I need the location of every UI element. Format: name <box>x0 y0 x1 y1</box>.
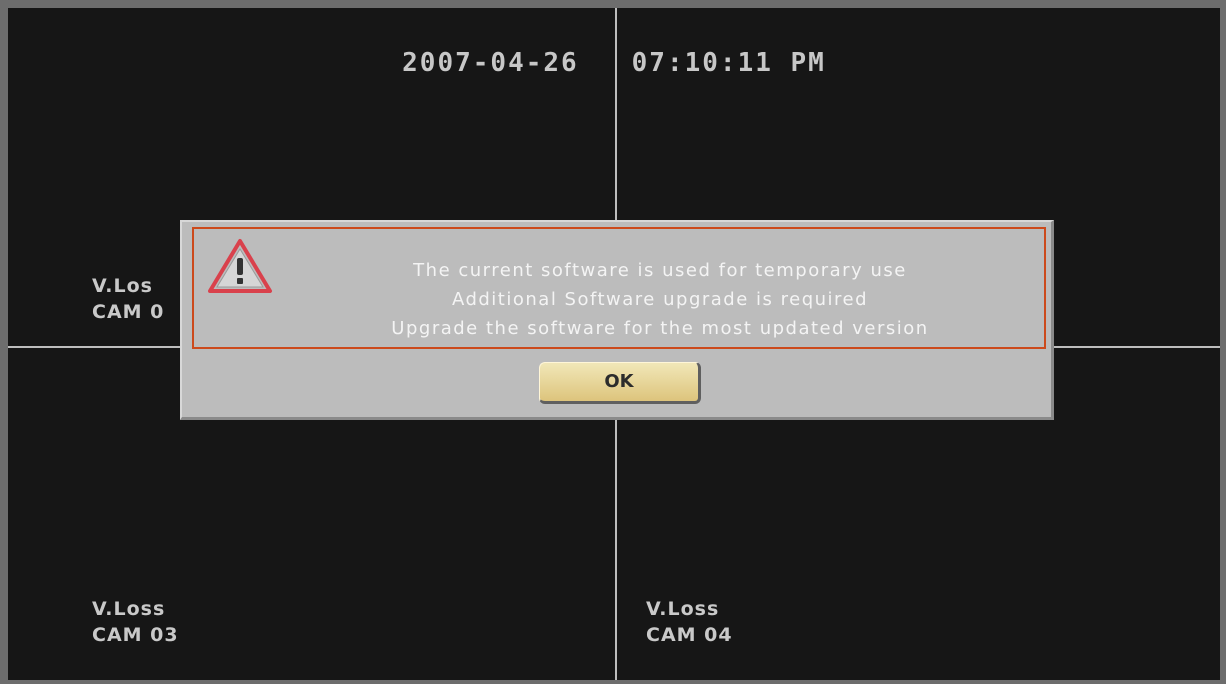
camera-tile-1-label: V.Los CAM 0 <box>92 273 164 325</box>
ok-button[interactable]: OK <box>539 362 701 404</box>
warning-dialog: The current software is used for tempora… <box>180 220 1054 420</box>
message-line: Upgrade the software for the most update… <box>391 318 929 339</box>
message-box: The current software is used for tempora… <box>192 227 1046 349</box>
camera-tile-3-label: V.Loss CAM 03 <box>92 596 179 648</box>
camera-status: V.Los <box>92 275 153 297</box>
camera-name: CAM 0 <box>92 301 165 323</box>
datetime-display: 2007-04-26 07:10:11 PM <box>402 48 826 78</box>
camera-status: V.Loss <box>646 598 720 620</box>
camera-name: CAM 04 <box>646 624 733 646</box>
camera-status: V.Loss <box>92 598 166 620</box>
warning-triangle-icon <box>206 237 274 297</box>
dvr-screen: 2007-04-26 07:10:11 PM V.Los CAM 0 V.Los… <box>8 8 1220 680</box>
camera-name: CAM 03 <box>92 624 179 646</box>
message-line: The current software is used for tempora… <box>413 260 907 281</box>
message-line: Additional Software upgrade is required <box>451 289 869 310</box>
camera-tile-4-label: V.Loss CAM 04 <box>646 596 733 648</box>
